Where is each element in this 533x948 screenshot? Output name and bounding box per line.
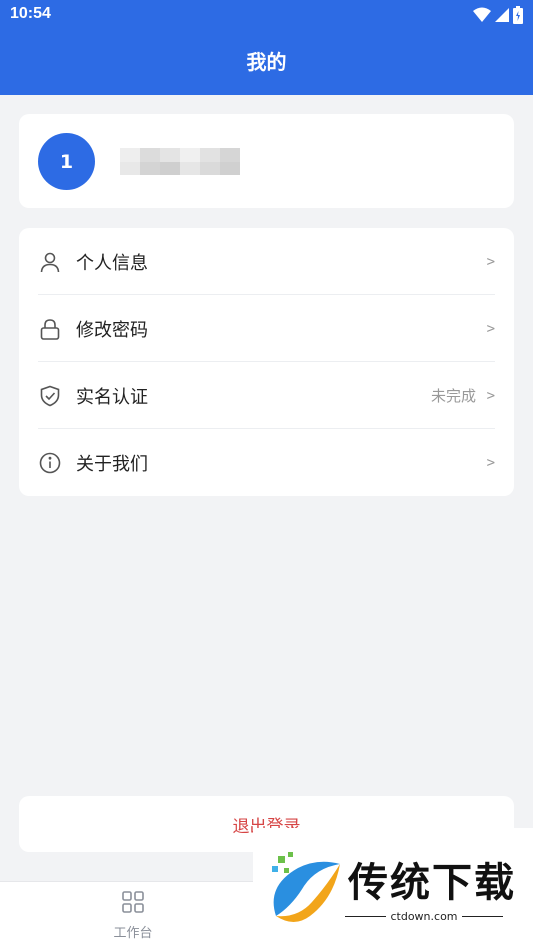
chevron-right-icon: > [486,387,495,404]
status-time: 10:54 [10,5,51,22]
watermark-url: ctdown.com [390,910,458,923]
header-bar: 10:54 我的 [0,0,533,95]
menu-item-real-name-auth[interactable]: 实名认证 未完成 > [19,362,514,429]
wifi-icon [473,7,491,22]
shield-check-icon [38,384,62,408]
menu-item-about-us[interactable]: 关于我们 > [19,429,514,496]
lock-icon [38,317,62,341]
grid-icon [122,891,144,913]
menu-item-label: 个人信息 [76,252,148,274]
signal-icon [495,8,509,22]
menu-item-label: 修改密码 [76,319,148,341]
menu-item-label: 实名认证 [76,386,148,408]
avatar: 1 [38,133,95,190]
page-title: 我的 [246,50,287,74]
menu-item-personal-info[interactable]: 个人信息 > [19,228,514,295]
chevron-right-icon: > [486,320,495,337]
tab-workbench[interactable]: 工作台 [100,890,166,941]
battery-icon [513,6,523,24]
divider [345,916,387,917]
blurred-username [120,148,240,175]
user-icon [38,250,62,274]
chevron-right-icon: > [486,253,495,270]
status-bar: 10:54 [0,0,533,30]
menu-item-change-password[interactable]: 修改密码 > [19,295,514,362]
watermark-logo [272,852,340,922]
watermark-url-row: ctdown.com [345,910,503,923]
chevron-right-icon: > [486,454,495,471]
profile-card[interactable]: 1 [19,114,514,208]
divider [461,916,503,917]
watermark-brand: 传统下载 [348,860,516,906]
menu-item-label: 关于我们 [76,453,148,475]
status-icons [473,6,523,24]
info-icon [38,451,62,475]
tab-label: 工作台 [113,926,153,941]
watermark: 传统下载 ctdown.com [253,828,533,948]
menu-card: 个人信息 > 修改密码 > 实名认证 未完成 > 关于我们 > [19,228,514,496]
verification-status: 未完成 [430,387,476,405]
